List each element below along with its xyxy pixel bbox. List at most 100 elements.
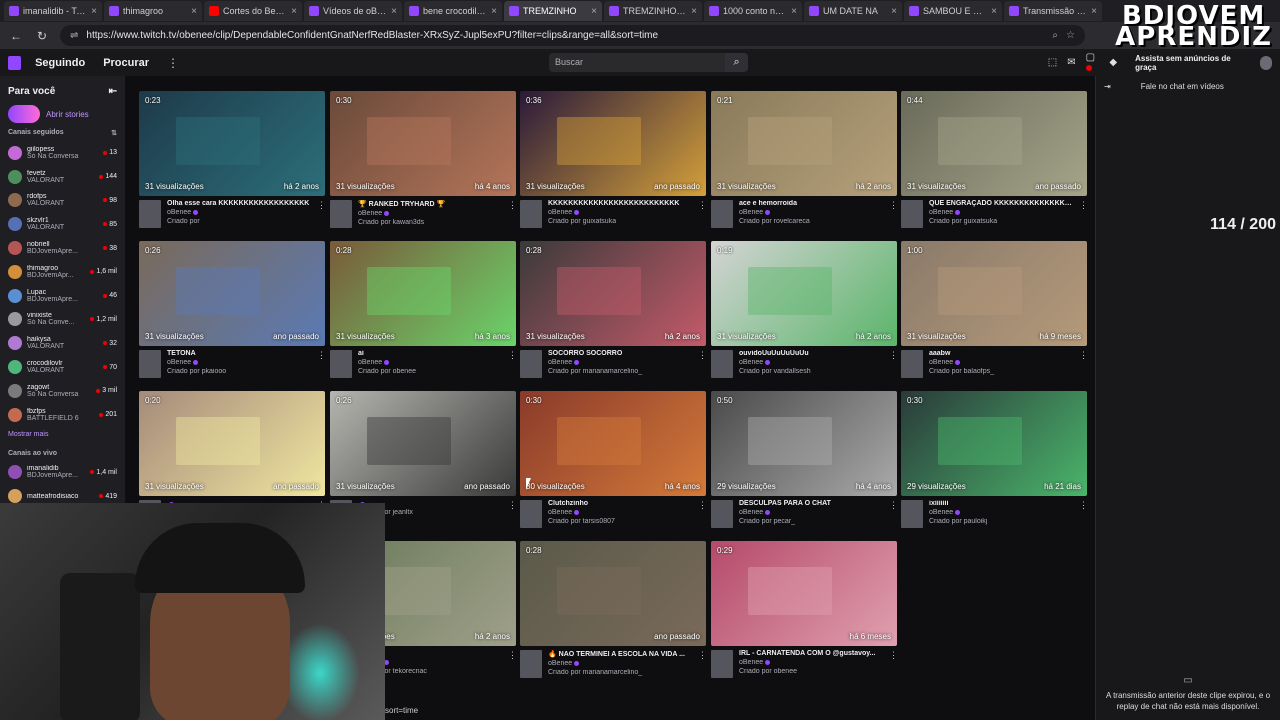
clip-channel[interactable]: oBenee <box>739 659 883 666</box>
back-icon[interactable]: ← <box>8 29 24 43</box>
prime-crown-icon[interactable]: ⬚ <box>1048 57 1057 68</box>
clip-options-icon[interactable]: ⋮ <box>889 500 898 528</box>
channel-avatar[interactable] <box>901 500 923 528</box>
clip-thumbnail[interactable]: 0:19 31 visualizações há 2 anos <box>711 241 897 346</box>
browser-tab[interactable]: Cortes do Benee × <box>204 1 302 21</box>
user-avatar[interactable] <box>1259 55 1272 70</box>
clip-channel[interactable]: oBenee <box>167 209 311 216</box>
browser-tab[interactable]: bene crocodilando × <box>404 1 502 21</box>
clip-options-icon[interactable]: ⋮ <box>1079 200 1088 228</box>
nav-following[interactable]: Seguindo <box>35 57 85 69</box>
clip-options-icon[interactable]: ⋮ <box>889 650 898 678</box>
notifications-icon[interactable]: ▢ <box>1085 52 1100 74</box>
browser-tab[interactable]: SAMBOU E PEGO × <box>904 1 1002 21</box>
collapse-sidebar-icon[interactable]: ⇤ <box>109 86 117 97</box>
clip-channel[interactable]: oBenee <box>739 359 883 366</box>
clip-options-icon[interactable]: ⋮ <box>508 650 517 678</box>
clip-title[interactable]: Clutchzinho <box>548 500 692 507</box>
clip-title[interactable]: Olha esse cara KKKKKKKKKKKKKKKKKK <box>167 200 311 207</box>
clip-title[interactable]: DESCULPAS PARA O CHAT <box>739 500 883 507</box>
clip-channel[interactable]: oBenee <box>548 660 692 667</box>
clip-thumbnail[interactable]: 0:30 29 visualizações há 21 dias <box>901 391 1087 496</box>
channel-avatar[interactable] <box>520 500 542 528</box>
clip-card[interactable]: 0:23 31 visualizações há 2 anos Olha ess… <box>139 91 326 228</box>
close-tab-icon[interactable]: × <box>991 6 997 17</box>
clip-options-icon[interactable]: ⋮ <box>317 350 326 378</box>
clip-title[interactable]: ace e hemorroida <box>739 200 883 207</box>
clip-channel[interactable]: oBenee <box>929 509 1073 516</box>
browser-tab[interactable]: TREMZINHOOO × <box>604 1 702 21</box>
clip-options-icon[interactable]: ⋮ <box>698 200 707 228</box>
search-input[interactable]: Buscar <box>549 53 726 72</box>
browser-tab[interactable]: Vídeos de oBenee × <box>304 1 402 21</box>
clip-thumbnail[interactable]: 0:28 ano passado <box>520 541 706 646</box>
clip-title[interactable]: ai <box>358 350 502 357</box>
clip-thumbnail[interactable]: 0:50 29 visualizações há 4 anos <box>711 391 897 496</box>
clip-thumbnail[interactable]: 0:29 há 6 meses <box>711 541 897 646</box>
channel-avatar[interactable] <box>139 200 161 228</box>
clip-options-icon[interactable]: ⋮ <box>698 650 707 678</box>
more-menu-icon[interactable]: ⋮ <box>167 56 179 70</box>
clip-channel[interactable]: oBenee <box>929 359 1073 366</box>
clip-card[interactable]: 0:30 30 visualizações há 4 anos Clutchzi… <box>520 391 707 528</box>
clip-options-icon[interactable]: ⋮ <box>1079 350 1088 378</box>
clip-channel[interactable]: oBenee <box>548 509 692 516</box>
clip-title[interactable]: 🏆 RANKED TRYHARD 🏆 <box>358 200 502 208</box>
clip-title[interactable]: IRL - CARNATENDA COM O @gustavoy... <box>739 650 883 657</box>
clip-options-icon[interactable]: ⋮ <box>889 350 898 378</box>
clip-channel[interactable]: oBenee <box>929 209 1073 216</box>
clip-card[interactable]: 0:36 31 visualizações ano passado KKKKKK… <box>520 91 707 228</box>
channel-avatar[interactable] <box>139 350 161 378</box>
clip-thumbnail[interactable]: 0:26 31 visualizações ano passado <box>330 391 516 496</box>
clip-channel[interactable]: oBenee <box>358 359 502 366</box>
reload-icon[interactable]: ↻ <box>34 29 50 43</box>
close-tab-icon[interactable]: × <box>91 6 97 17</box>
channel-avatar[interactable] <box>901 200 923 228</box>
clip-card[interactable]: 0:29 há 6 meses IRL - CARNATENDA COM O @… <box>711 541 898 678</box>
clip-thumbnail[interactable]: 1:00 31 visualizações há 9 meses <box>901 241 1087 346</box>
channel-avatar[interactable] <box>520 350 542 378</box>
clip-thumbnail[interactable]: 0:30 30 visualizações há 4 anos <box>520 391 706 496</box>
close-tab-icon[interactable]: × <box>491 6 497 17</box>
close-tab-icon[interactable]: × <box>591 6 597 17</box>
nav-browse[interactable]: Procurar <box>103 57 149 69</box>
collapse-chat-icon[interactable]: ⇥ <box>1104 82 1111 91</box>
url-field[interactable]: ⇌ https://www.twitch.tv/obenee/clip/Depe… <box>60 25 1085 46</box>
clip-card[interactable]: 0:28 31 visualizações há 2 anos SOCORRO … <box>520 241 707 378</box>
sort-icon[interactable]: ⇅ <box>111 129 117 137</box>
clip-thumbnail[interactable]: 0:28 31 visualizações há 3 anos <box>330 241 516 346</box>
bits-icon[interactable]: ◆ <box>1109 57 1117 68</box>
clip-thumbnail[interactable]: 0:21 31 visualizações há 2 anos <box>711 91 897 196</box>
clip-title[interactable]: TETONA <box>167 350 311 357</box>
clip-title[interactable]: SOCORRO SOCORRO <box>548 350 692 357</box>
close-tab-icon[interactable]: × <box>791 6 797 17</box>
clip-options-icon[interactable]: ⋮ <box>698 500 707 528</box>
sidebar-channel-item[interactable]: rdofps VALORANT 98 <box>8 189 117 213</box>
clip-options-icon[interactable]: ⋮ <box>508 500 517 528</box>
clip-options-icon[interactable]: ⋮ <box>1079 500 1088 528</box>
browser-tab[interactable]: 1000 conto num × <box>704 1 802 21</box>
sidebar-channel-item[interactable]: nobriell BDJovemApre... 38 <box>8 236 117 260</box>
clip-channel[interactable]: oBenee <box>548 209 692 216</box>
zoom-icon[interactable]: ⌕ <box>1052 30 1058 41</box>
clip-options-icon[interactable]: ⋮ <box>698 350 707 378</box>
site-info-icon[interactable]: ⇌ <box>70 30 78 41</box>
clip-channel[interactable]: oBenee <box>739 209 883 216</box>
clip-card[interactable]: 0:30 29 visualizações há 21 dias ixiiiii… <box>901 391 1088 528</box>
sidebar-channel-item[interactable]: skzvlr1 VALORANT 85 <box>8 212 117 236</box>
clip-card[interactable]: 0:26 31 visualizações ano passado TETONA… <box>139 241 326 378</box>
channel-avatar[interactable] <box>520 200 542 228</box>
clip-thumbnail[interactable]: 0:30 31 visualizações há 4 anos <box>330 91 516 196</box>
browser-tab[interactable]: imanalidib - Twitch × <box>4 1 102 21</box>
sidebar-channel-item[interactable]: thimagroo BDJovemApr... 1,6 mil <box>8 260 117 284</box>
clip-card[interactable]: 0:21 31 visualizações há 2 anos ace e he… <box>711 91 898 228</box>
channel-avatar[interactable] <box>330 350 352 378</box>
close-tab-icon[interactable]: × <box>191 6 197 17</box>
clip-options-icon[interactable]: ⋮ <box>889 200 898 228</box>
clip-title[interactable]: 🔥 NAO TERMINEI A ESCOLA NA VIDA ... <box>548 650 692 658</box>
bookmark-star-icon[interactable]: ☆ <box>1066 30 1075 41</box>
sidebar-channel-item[interactable]: fbzfps BATTLEFIELD 6 201 <box>8 403 117 427</box>
clip-title[interactable]: ouvidoUuUuUuUuUu <box>739 350 883 357</box>
browser-tab[interactable]: TREMZINHO × <box>504 1 602 21</box>
close-tab-icon[interactable]: × <box>891 6 897 17</box>
